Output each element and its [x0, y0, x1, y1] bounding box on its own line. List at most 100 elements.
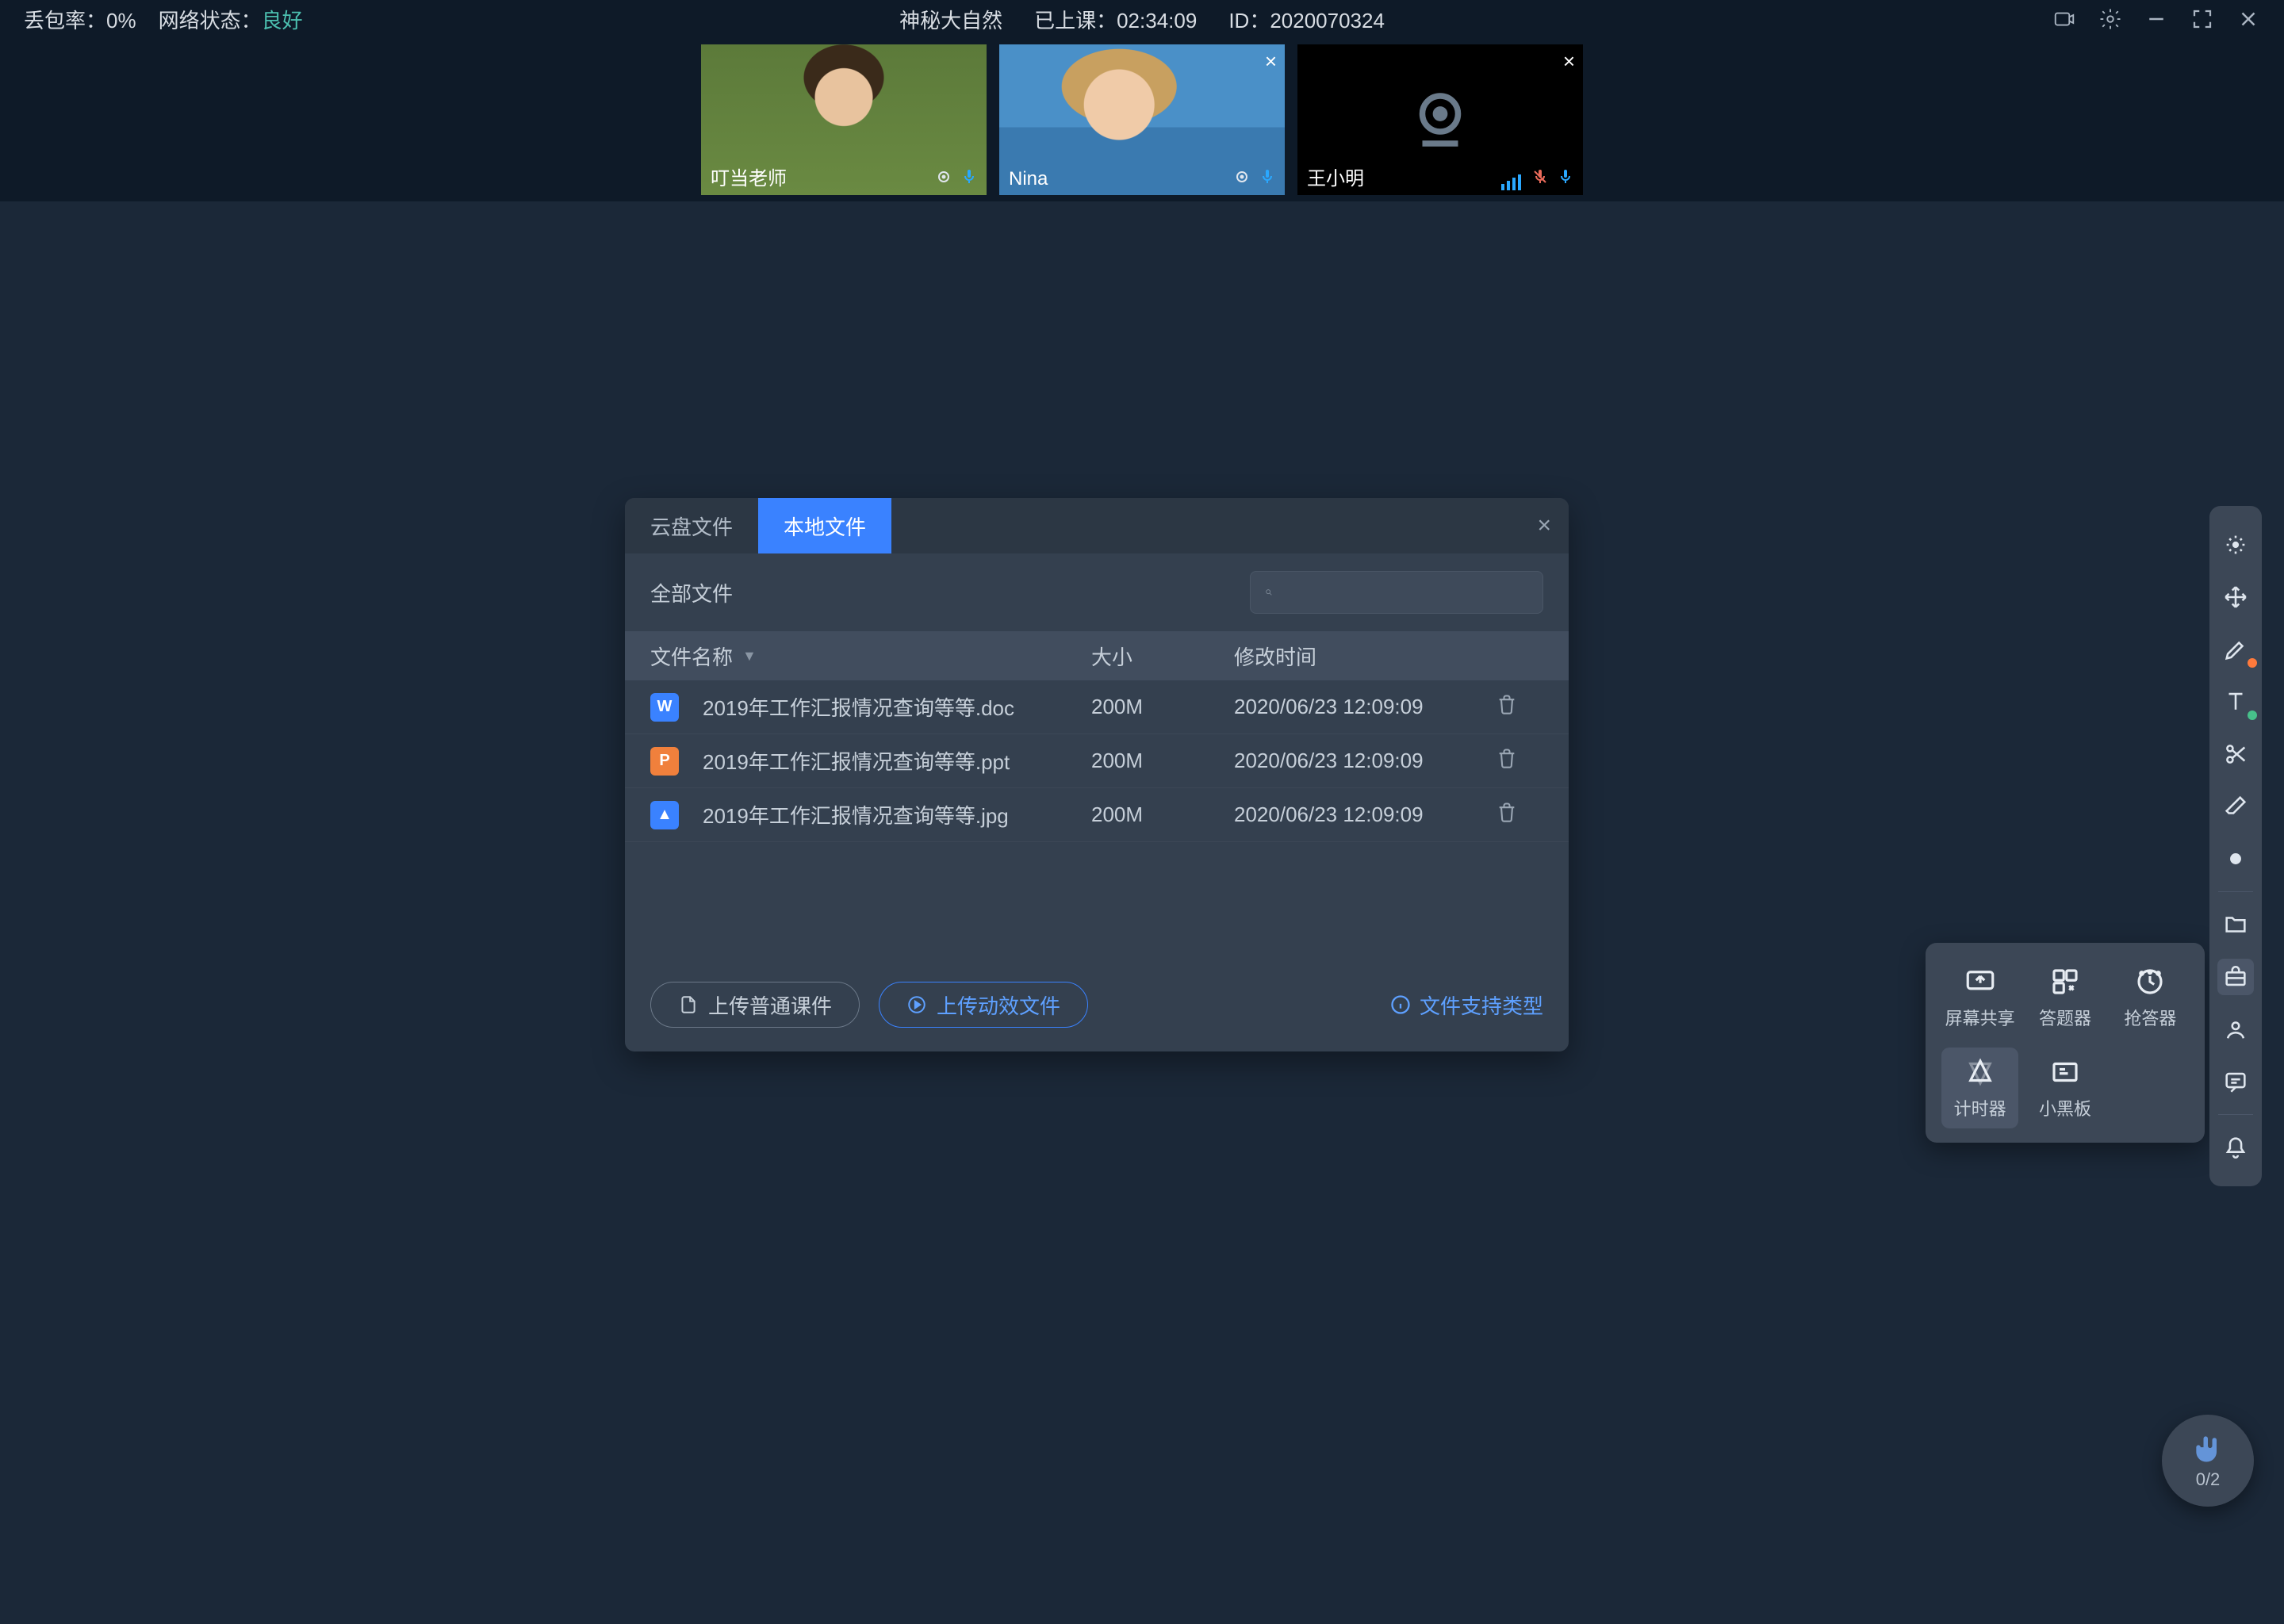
search-input[interactable] [1250, 571, 1543, 614]
eraser-icon [2222, 793, 2249, 820]
blackboard-icon [2048, 1055, 2082, 1089]
hand-icon [2190, 1431, 2225, 1466]
laser-pointer-icon [2222, 531, 2249, 558]
folder-icon [2222, 911, 2249, 938]
toolbar-sidebar [2209, 506, 2262, 1186]
tool-screen-share[interactable]: 屏幕共享 [1941, 957, 2018, 1038]
supported-types-link[interactable]: 文件支持类型 [1389, 990, 1543, 1020]
tool-label: 小黑板 [2039, 1095, 2091, 1120]
microphone-icon[interactable] [1258, 167, 1277, 190]
tool-blackboard[interactable]: 小黑板 [2026, 1048, 2103, 1128]
file-size: 200M [1091, 695, 1234, 719]
column-size[interactable]: 大小 [1091, 642, 1234, 671]
tab-local-files[interactable]: 本地文件 [758, 498, 891, 553]
visibility-icon[interactable] [934, 167, 953, 190]
participant-name: Nina [1009, 168, 1048, 190]
delete-icon[interactable] [1496, 693, 1518, 715]
raise-hand-button[interactable]: 0/2 [2162, 1415, 2254, 1507]
microphone-muted-icon[interactable] [1531, 167, 1550, 190]
network-status: 网络状态：良好 [159, 5, 303, 34]
close-tile-icon[interactable]: × [1265, 49, 1277, 74]
file-list: W 2019年工作汇报情况查询等等.doc 200M 2020/06/23 12… [625, 680, 1569, 842]
chat[interactable] [2217, 1063, 2254, 1100]
elapsed-time: 已上课：02:34:09 [1034, 5, 1197, 34]
fullscreen-icon[interactable] [2190, 7, 2214, 31]
video-tile[interactable]: × 王小明 [1297, 44, 1583, 195]
visibility-icon[interactable] [1232, 167, 1251, 190]
file-name: 2019年工作汇报情况查询等等.jpg [703, 800, 1009, 829]
table-row[interactable]: P 2019年工作汇报情况查询等等.ppt 200M 2020/06/23 12… [625, 734, 1569, 788]
file-type-icon: P [650, 747, 679, 776]
minimize-icon[interactable] [2144, 7, 2168, 31]
record-icon[interactable] [2052, 7, 2076, 31]
bell[interactable] [2217, 1129, 2254, 1166]
tool-responder[interactable]: 抢答器 [2112, 957, 2189, 1038]
tab-cloud-files[interactable]: 云盘文件 [625, 498, 758, 553]
move-icon [2222, 584, 2249, 611]
file-name: 2019年工作汇报情况查询等等.ppt [703, 746, 1010, 776]
tool-label: 抢答器 [2124, 1005, 2176, 1030]
eraser[interactable] [2217, 788, 2254, 825]
packet-loss: 丢包率：0% [24, 5, 136, 34]
speaker-icon[interactable] [1556, 167, 1575, 190]
signal-icon [1501, 174, 1521, 190]
screen-share-icon [1964, 965, 1997, 998]
upload-normal-button[interactable]: 上传普通课件 [650, 982, 860, 1028]
timer-icon [1964, 1055, 1997, 1089]
hand-count: 0/2 [2196, 1469, 2221, 1490]
delete-icon[interactable] [1496, 801, 1518, 823]
search-icon [1265, 582, 1273, 603]
file-date: 2020/06/23 12:09:09 [1234, 802, 1496, 827]
tool-answer-machine[interactable]: 答题器 [2026, 957, 2103, 1038]
session-id: ID：2020070324 [1228, 5, 1385, 34]
microphone-icon[interactable] [960, 167, 979, 190]
dialog-close-icon[interactable]: × [1537, 512, 1551, 539]
table-row[interactable]: W 2019年工作汇报情况查询等等.doc 200M 2020/06/23 12… [625, 680, 1569, 734]
table-row[interactable]: ▲ 2019年工作汇报情况查询等等.jpg 200M 2020/06/23 12… [625, 788, 1569, 842]
file-date: 2020/06/23 12:09:09 [1234, 695, 1496, 719]
color-picker-icon [2222, 845, 2249, 872]
file-type-icon: W [650, 693, 679, 722]
course-name: 神秘大自然 [899, 5, 1002, 34]
indicator-dot [2248, 710, 2257, 720]
top-bar: 丢包率：0% 网络状态：良好 神秘大自然 已上课：02:34:09 ID：202… [0, 0, 2284, 38]
column-name[interactable]: 文件名称 ▼ [650, 642, 1091, 671]
delete-icon[interactable] [1496, 747, 1518, 769]
search-field[interactable] [1282, 581, 1528, 603]
close-tile-icon[interactable]: × [1563, 49, 1575, 74]
text[interactable] [2217, 684, 2254, 720]
table-header: 文件名称 ▼ 大小 修改时间 [625, 631, 1569, 680]
chat-icon [2222, 1068, 2249, 1095]
user[interactable] [2217, 1011, 2254, 1048]
settings-icon[interactable] [2098, 7, 2122, 31]
video-tile[interactable]: 叮当老师 [701, 44, 987, 195]
all-files-label: 全部文件 [650, 578, 733, 607]
folder[interactable] [2217, 906, 2254, 943]
tool-label: 计时器 [1954, 1095, 2006, 1120]
tool-timer[interactable]: 计时器 [1941, 1048, 2018, 1128]
stage: 云盘文件 本地文件 × 全部文件 文件名称 ▼ 大小 修改时间 W 2019年工… [0, 201, 2284, 1624]
pen[interactable] [2217, 631, 2254, 668]
camera-off-icon [1405, 84, 1476, 155]
pen-icon [2222, 636, 2249, 663]
tool-popup: 屏幕共享答题器抢答器计时器 小黑板 [1926, 943, 2205, 1143]
file-size: 200M [1091, 749, 1234, 773]
tool-label: 屏幕共享 [1945, 1005, 2015, 1030]
video-strip: 叮当老师 × Nina × 王小明 [0, 38, 2284, 201]
column-date[interactable]: 修改时间 [1234, 642, 1496, 671]
file-name: 2019年工作汇报情况查询等等.doc [703, 692, 1014, 722]
scissors-icon [2222, 741, 2249, 768]
color-picker[interactable] [2217, 841, 2254, 877]
text-icon [2222, 688, 2249, 715]
participant-name: 王小明 [1307, 163, 1364, 190]
upload-anim-button[interactable]: 上传动效文件 [879, 982, 1088, 1028]
toolbox[interactable] [2217, 959, 2254, 995]
move[interactable] [2217, 579, 2254, 615]
scissors[interactable] [2217, 736, 2254, 772]
laser-pointer[interactable] [2217, 527, 2254, 563]
sort-indicator-icon: ▼ [742, 648, 757, 665]
file-type-icon: ▲ [650, 801, 679, 829]
video-tile[interactable]: × Nina [999, 44, 1285, 195]
close-window-icon[interactable] [2236, 7, 2260, 31]
bell-icon [2222, 1134, 2249, 1161]
